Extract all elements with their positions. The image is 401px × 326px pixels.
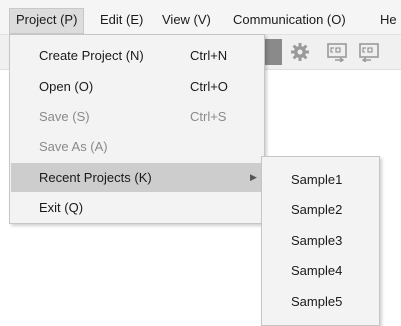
menu-item-label: Open (O)	[39, 79, 94, 94]
menu-view[interactable]: View (V)	[156, 8, 217, 32]
recent-project-item[interactable]: Sample4	[262, 256, 379, 286]
menu-bar: Project (P) Edit (E) View (V) Communicat…	[0, 0, 401, 35]
menu-item-label: Save As (A)	[39, 139, 108, 154]
recent-project-item[interactable]: Sample2	[262, 195, 379, 225]
menu-item-save-as[interactable]: Save As (A)	[11, 132, 263, 161]
menu-item-label: Save (S)	[39, 109, 90, 124]
toolbar-separator-block	[262, 39, 282, 65]
menu-item-label: Create Project (N)	[39, 48, 144, 63]
recent-project-label: Sample2	[291, 202, 343, 217]
menu-communication[interactable]: Communication (O)	[227, 8, 352, 32]
menu-item-open[interactable]: Open (O) Ctrl+O	[11, 72, 263, 101]
menu-item-shortcut: Ctrl+O	[190, 79, 228, 94]
recent-project-label: Sample5	[291, 294, 343, 309]
menu-item-exit[interactable]: Exit (Q)	[11, 193, 263, 222]
gear-icon[interactable]	[289, 42, 311, 62]
recent-project-label: Sample1	[291, 172, 343, 187]
menu-item-save[interactable]: Save (S) Ctrl+S	[11, 102, 263, 131]
menu-edit[interactable]: Edit (E)	[94, 8, 149, 32]
menu-item-recent-projects[interactable]: Recent Projects (K) ▶	[11, 163, 263, 192]
sd-import-icon[interactable]	[325, 42, 347, 63]
menu-help[interactable]: He	[374, 8, 401, 32]
recent-project-item[interactable]: Sample3	[262, 226, 379, 256]
menu-item-create-project[interactable]: Create Project (N) Ctrl+N	[11, 41, 263, 70]
sd-export-icon[interactable]	[357, 42, 379, 63]
recent-project-label: Sample4	[291, 263, 343, 278]
recent-project-item[interactable]: Sample5	[262, 287, 379, 317]
menu-item-shortcut: Ctrl+N	[190, 48, 228, 63]
recent-projects-submenu: Sample1 Sample2 Sample3 Sample4 Sample5	[261, 156, 380, 326]
menu-item-label: Exit (Q)	[39, 200, 84, 215]
menu-project[interactable]: Project (P)	[9, 8, 85, 34]
menu-item-label: Recent Projects (K)	[39, 170, 152, 185]
recent-project-label: Sample3	[291, 233, 343, 248]
menu-item-shortcut: Ctrl+S	[190, 109, 227, 124]
recent-project-item[interactable]: Sample1	[262, 165, 379, 195]
chevron-right-icon: ▶	[250, 172, 257, 182]
project-menu-dropdown: Create Project (N) Ctrl+N Open (O) Ctrl+…	[9, 34, 265, 224]
